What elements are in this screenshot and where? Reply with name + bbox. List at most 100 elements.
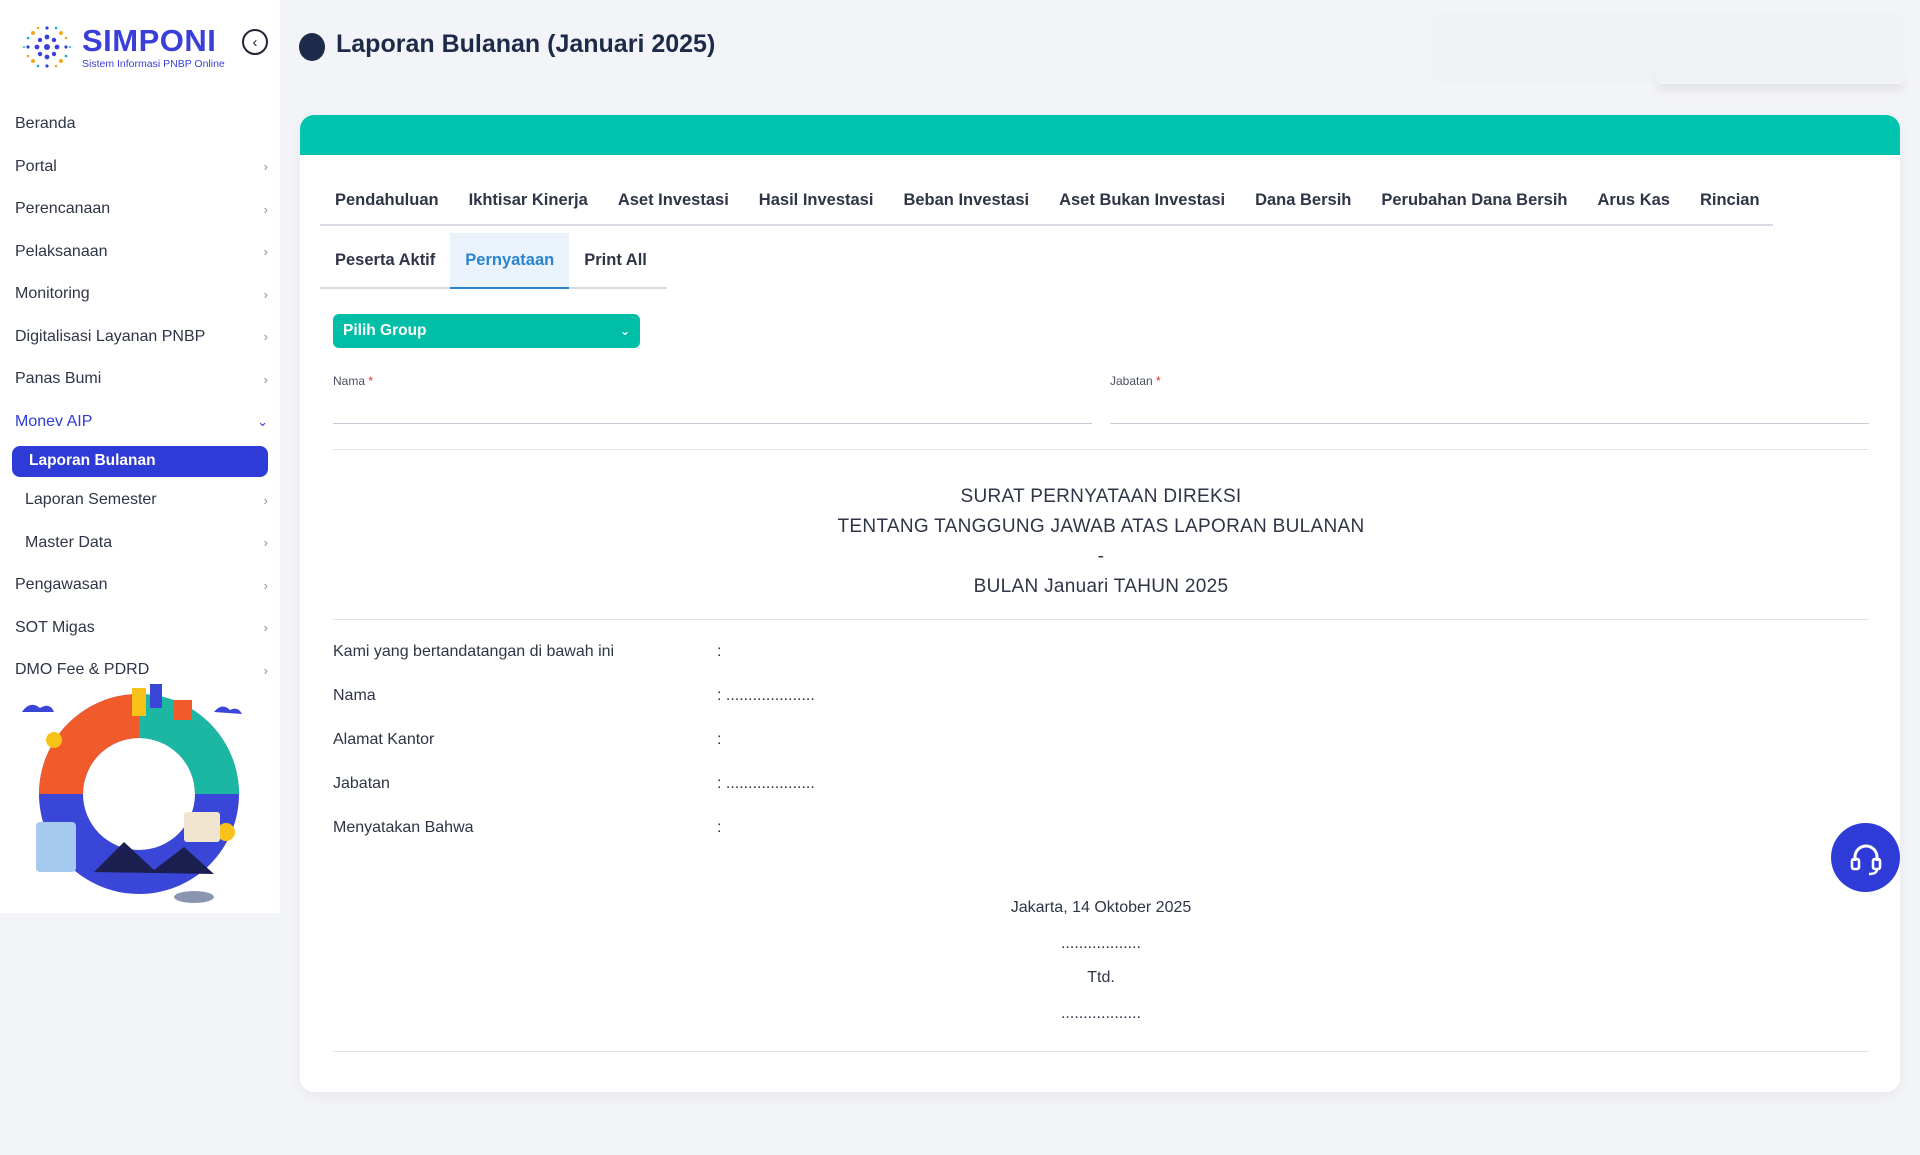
decorative-illustration — [22, 684, 242, 903]
tab-pendahuluan[interactable]: Pendahuluan — [320, 177, 454, 224]
required-mark: * — [368, 374, 374, 388]
signature-dots: .................. — [1060, 1005, 1141, 1022]
sidebar-item-label: Panas Bumi — [15, 370, 102, 388]
sidebar-item-monev-aip[interactable]: Monev AIP ⌄ — [0, 401, 280, 444]
chevron-right-icon: › — [263, 492, 268, 508]
brand-logo[interactable]: SIMPONI Sistem Informasi PNBP Online — [18, 18, 225, 76]
chevron-right-icon: › — [263, 535, 268, 551]
divider — [333, 449, 1869, 450]
brand-tagline: Sistem Informasi PNBP Online — [82, 57, 225, 70]
sidebar-item-pengawasan[interactable]: Pengawasan › — [0, 564, 280, 607]
chevron-right-icon: › — [263, 244, 268, 260]
sidebar-item-label: Pelaksanaan — [15, 242, 108, 260]
chevron-right-icon: › — [263, 159, 268, 175]
headset-icon — [1850, 844, 1881, 875]
sidebar-item-sot-migas[interactable]: SOT Migas › — [0, 607, 280, 650]
tab-bar-primary: Pendahuluan Ikhtisar Kinerja Aset Invest… — [320, 177, 1773, 226]
sidebar-item-label: Portal — [15, 157, 57, 175]
sidebar-item-laporan-bulanan[interactable]: Laporan Bulanan — [0, 443, 280, 479]
sidebar-item-master-data[interactable]: Master Data › — [0, 522, 280, 565]
sidebar: SIMPONI Sistem Informasi PNBP Online ‹ B… — [0, 0, 280, 913]
tab-beban-investasi[interactable]: Beban Investasi — [888, 177, 1044, 224]
tab-pernyataan[interactable]: Pernyataan — [450, 233, 570, 289]
divider — [333, 619, 1869, 620]
sidebar-item-perencanaan[interactable]: Perencanaan › — [0, 188, 280, 231]
chevron-down-icon: ⌄ — [257, 413, 268, 429]
chevron-right-icon: › — [263, 201, 268, 217]
sidebar-item-beranda[interactable]: Beranda — [0, 103, 280, 146]
tab-ikhtisar-kinerja[interactable]: Ikhtisar Kinerja — [454, 177, 603, 224]
sidebar-item-label: Monitoring — [15, 285, 90, 303]
tab-print-all[interactable]: Print All — [569, 233, 662, 287]
chevron-right-icon: › — [263, 620, 268, 636]
divider — [333, 1051, 1869, 1052]
letter-row-label: Kami yang bertandatangan di bawah ini — [333, 643, 615, 660]
letter-title-line4: BULAN Januari TAHUN 2025 — [973, 576, 1229, 597]
place-date: Jakarta, 14 Oktober 2025 — [1010, 899, 1192, 916]
help-support-button[interactable] — [1831, 823, 1900, 892]
chevron-right-icon: › — [263, 329, 268, 345]
nama-field: Nama * — [333, 374, 1092, 424]
nama-input[interactable] — [333, 398, 1092, 424]
letter-row: Alamat Kantor: — [333, 731, 721, 749]
sidebar-item-pelaksanaan[interactable]: Pelaksanaan › — [0, 231, 280, 274]
sidebar-nav: Beranda Portal › Perencanaan › Pelaksanaan… — [0, 103, 280, 692]
jabatan-field: Jabatan * — [1110, 374, 1869, 424]
letter-row-value: : .................... — [717, 775, 815, 792]
tab-perubahan-dana-bersih[interactable]: Perubahan Dana Bersih — [1366, 177, 1582, 224]
letter-row-value: : .................... — [717, 687, 815, 704]
tab-arus-kas[interactable]: Arus Kas — [1583, 177, 1685, 224]
tab-dana-bersih[interactable]: Dana Bersih — [1240, 177, 1366, 224]
chevron-right-icon: › — [263, 371, 268, 387]
sidebar-item-monitoring[interactable]: Monitoring › — [0, 273, 280, 316]
card-header-band — [300, 115, 1900, 155]
sidebar-item-label: Beranda — [15, 115, 76, 133]
sidebar-item-label: Laporan Bulanan — [12, 445, 268, 477]
chevron-right-icon: › — [263, 577, 268, 593]
simponi-logo-icon — [23, 26, 71, 68]
letter-row-value: : — [717, 643, 722, 660]
brand-name: SIMPONI — [82, 22, 217, 58]
letter-title-line3: - — [1097, 546, 1105, 567]
letter-title-line1: SURAT PERNYATAAN DIREKSI — [960, 486, 1242, 507]
tab-hasil-investasi[interactable]: Hasil Investasi — [744, 177, 889, 224]
tab-rincian[interactable]: Rincian — [1685, 177, 1775, 224]
letter-row: Nama: .................... — [333, 687, 815, 705]
sidebar-item-label: Digitalisasi Layanan PNBP — [15, 327, 206, 345]
sidebar-item-label: Laporan Semester — [25, 491, 157, 509]
report-card: Pendahuluan Ikhtisar Kinerja Aset Invest… — [300, 115, 1900, 1092]
group-select[interactable]: Pilih Group ⌄ — [333, 314, 640, 348]
tab-aset-investasi[interactable]: Aset Investasi — [603, 177, 744, 224]
jabatan-input[interactable] — [1110, 398, 1869, 424]
collapse-sidebar-button[interactable]: ‹ — [242, 29, 268, 55]
signature-dots: .................. — [1060, 935, 1141, 952]
chevron-left-icon: ‹ — [252, 33, 258, 51]
letter-row: Menyatakan Bahwa: — [333, 819, 721, 837]
sidebar-item-label: SOT Migas — [15, 618, 95, 636]
sidebar-item-label: Master Data — [25, 533, 113, 551]
ttd-label: Ttd. — [1087, 969, 1115, 986]
letter-title: SURAT PERNYATAAN DIREKSI TENTANG TANGGUN… — [333, 482, 1869, 602]
required-mark: * — [1156, 374, 1161, 388]
sidebar-item-portal[interactable]: Portal › — [0, 146, 280, 189]
header-dropdown-shadow — [1656, 72, 1904, 84]
letter-row-label: Alamat Kantor — [333, 731, 435, 748]
sidebar-item-digitalisasi[interactable]: Digitalisasi Layanan PNBP › — [0, 316, 280, 359]
sidebar-item-label: DMO Fee & PDRD — [15, 661, 150, 679]
letter-row: Jabatan : .................... — [333, 775, 815, 793]
sidebar-item-panas-bumi[interactable]: Panas Bumi › — [0, 358, 280, 401]
tab-aset-bukan-investasi[interactable]: Aset Bukan Investasi — [1044, 177, 1240, 224]
sidebar-item-label: Perencanaan — [15, 200, 111, 218]
letter-row-label: Jabatan — [333, 775, 390, 792]
group-select-value: Pilih Group — [343, 322, 427, 339]
letter-row: Kami yang bertandatangan di bawah ini: — [333, 643, 721, 661]
tab-peserta-aktif[interactable]: Peserta Aktif — [320, 233, 450, 287]
sidebar-item-label: Monev AIP — [15, 412, 93, 430]
clipboard-icon — [299, 33, 325, 61]
letter-row-value: : — [717, 819, 722, 836]
chevron-right-icon: › — [263, 662, 268, 678]
chevron-down-icon: ⌄ — [619, 324, 630, 338]
letter-row-value: : — [717, 731, 722, 748]
sidebar-item-laporan-semester[interactable]: Laporan Semester › — [0, 479, 280, 522]
letter-title-line2: TENTANG TANGGUNG JAWAB ATAS LAPORAN BULA… — [837, 516, 1365, 537]
